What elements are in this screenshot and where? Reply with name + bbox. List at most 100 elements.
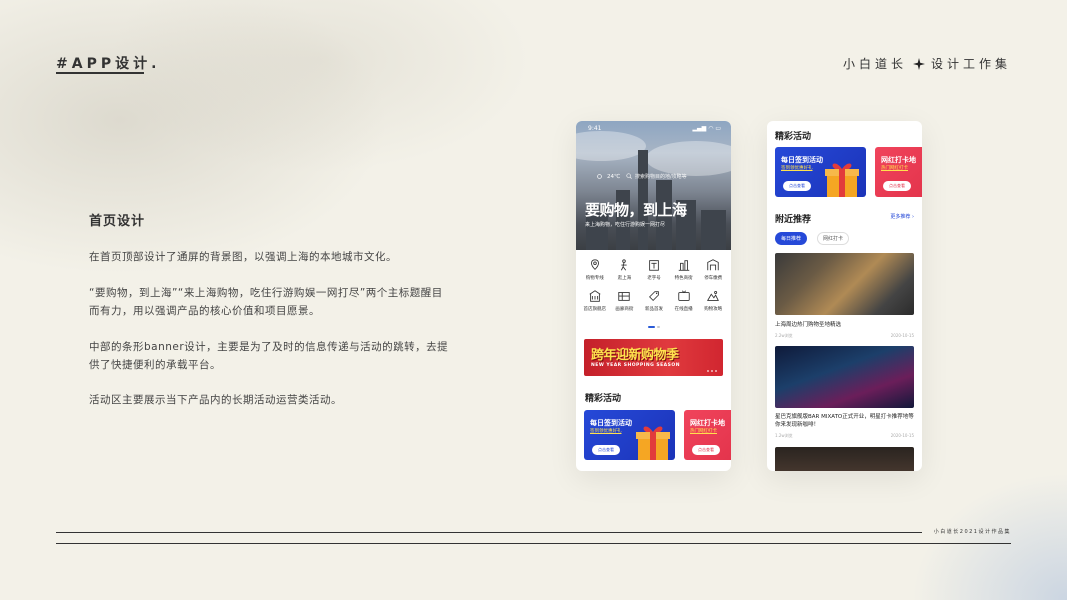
grid-item-featured-street[interactable]: 特色商街 — [669, 258, 699, 281]
article-date: 2020-10-15 — [890, 433, 914, 438]
checkin-card[interactable]: 每日签到活动 签到领优惠好礼 点击查看 — [584, 410, 675, 460]
brand-left: 小白道长 — [842, 57, 907, 71]
tab-hotspot[interactable]: 网红打卡 — [817, 232, 849, 245]
tab-daily[interactable]: 每日推荐 — [775, 232, 807, 245]
weather-widget: 24℃ — [596, 173, 620, 180]
card-subtitle: 热门网红打卡 — [881, 166, 908, 171]
grid-item-guide[interactable]: 购物攻略 — [698, 289, 728, 312]
nearby-title: 附近推荐 — [775, 215, 812, 225]
grid-item-gallery[interactable]: 画廊商街 — [610, 289, 640, 312]
logo-underline — [56, 72, 144, 74]
grid-item-parking[interactable]: 停车缴费 — [698, 258, 728, 281]
gift-box-icon — [825, 163, 859, 197]
section-title: 首页设计 — [89, 214, 146, 229]
view-button[interactable]: 点击查看 — [883, 181, 911, 191]
skyline-tower — [701, 210, 726, 250]
grid-label: 在线直播 — [674, 307, 693, 312]
grid-label: 新品首发 — [644, 307, 663, 312]
page-dot — [657, 326, 660, 328]
grid-label: 购物专线 — [585, 276, 604, 281]
card-subtitle: 签到领优惠好礼 — [590, 429, 622, 434]
card-subtitle: 热门网红打卡 — [690, 429, 717, 434]
weather-temp: 24℃ — [607, 173, 621, 180]
sun-icon — [597, 174, 602, 179]
intro-paragraph-1: 在首页顶部设计了通屏的背景图，以强调上海的本地城市文化。 — [89, 251, 397, 263]
grid-item-flagship[interactable]: 首店旗舰店 — [580, 289, 610, 312]
view-button[interactable]: 点击查看 — [692, 445, 720, 455]
grid-label: 购物攻略 — [704, 307, 723, 312]
article-title[interactable]: 上海周边热门购物圣地精选 — [775, 321, 915, 329]
search-placeholder: 搜索购物目的地/攻略等 — [635, 173, 687, 180]
footer-text: 小白道长2021设计作品集 — [933, 529, 1011, 535]
map-pin-icon — [590, 259, 599, 270]
car-park-icon — [707, 259, 719, 271]
guide-icon — [707, 291, 720, 301]
card-subtitle: 签到领优惠好礼 — [781, 166, 813, 171]
status-bar: 9:41 ▂▄▆ ◠ ▭ — [588, 125, 721, 132]
view-count: 2.2w浏览 — [775, 333, 793, 338]
cloud-shape — [576, 131, 646, 161]
promo-banner[interactable]: 跨年迎新购物季 NEW YEAR SHOPPING SEASON — [584, 339, 723, 376]
grid-item-heritage-brand[interactable]: 老字号 — [639, 258, 669, 281]
grid-item-shopping-route[interactable]: 购物专线 — [580, 258, 610, 281]
grid-label: 特色商街 — [674, 276, 693, 281]
brand-title: 小白道长 设计工作集 — [843, 55, 1011, 72]
hero-subtitle: 来上海购物，吃住行游购娱一网打尽 — [585, 222, 666, 228]
article-date: 2020-10-15 — [890, 333, 914, 338]
article-photo[interactable] — [775, 447, 914, 471]
footer-divider — [56, 532, 922, 533]
search-input[interactable]: 搜索购物目的地/攻略等 — [626, 171, 726, 181]
page-logo: #APP设计. — [56, 56, 161, 72]
activities-title: 精彩活动 — [775, 132, 812, 142]
activities-title: 精彩活动 — [585, 394, 622, 404]
more-recommend-link[interactable]: 更多推荐 › — [890, 213, 914, 220]
footer-divider — [56, 543, 1011, 544]
grid-label: 停车缴费 — [704, 276, 723, 281]
walker-icon — [621, 259, 628, 271]
store-icon — [589, 290, 601, 302]
banner-title: 跨年迎新购物季 — [591, 348, 679, 363]
card-title: 每日签到活动 — [590, 419, 632, 427]
grid-page-dots — [648, 326, 660, 328]
gallery-icon — [618, 292, 631, 301]
grid-item-new-launch[interactable]: 新品首发 — [639, 289, 669, 312]
grid-label: 画廊商街 — [615, 307, 634, 312]
page-dot-active — [648, 326, 655, 328]
hotspot-card[interactable]: 网红打卡地 热门网红打卡 点击查看 — [684, 410, 731, 460]
view-count: 1.2w浏览 — [775, 433, 793, 438]
hero-banner: 9:41 ▂▄▆ ◠ ▭ 24℃ 搜索购物目的地/攻略等 要购物，到上海 来上海… — [576, 121, 731, 250]
intro-paragraph-2: “要购物，到上海”“来上海购物，吃住行游购娱一网打尽”两个主标题醒目而有力，用以… — [89, 287, 443, 317]
grid-item-live[interactable]: 在线直播 — [669, 289, 699, 312]
phone-mockup-home: 9:41 ▂▄▆ ◠ ▭ 24℃ 搜索购物目的地/攻略等 要购物，到上海 来上海… — [576, 121, 731, 471]
article-meta: 2.2w浏览 2020-10-15 — [775, 333, 914, 339]
article-photo[interactable] — [775, 346, 914, 408]
grid-label: 首店旗舰店 — [583, 307, 607, 312]
article-meta: 1.2w浏览 2020-10-15 — [775, 433, 914, 439]
grid-item-explore[interactable]: 逛上海 — [610, 258, 640, 281]
view-button[interactable]: 点击查看 — [783, 181, 811, 191]
banner-subtitle: NEW YEAR SHOPPING SEASON — [591, 363, 680, 368]
status-time: 9:41 — [588, 125, 602, 132]
view-button[interactable]: 点击查看 — [592, 445, 620, 455]
signal-battery-icon: ▂▄▆ ◠ ▭ — [692, 125, 721, 132]
phone-mockup-feed: 精彩活动 每日签到活动 签到领优惠好礼 点击查看 网红打卡地 热门网红打卡 点击… — [767, 121, 922, 471]
gift-box-icon — [636, 426, 670, 460]
hotspot-card[interactable]: 网红打卡地 热门网红打卡 点击查看 — [875, 147, 922, 197]
card-title: 网红打卡地 — [881, 156, 916, 164]
search-icon — [626, 173, 632, 179]
shop-sign-icon — [649, 260, 659, 271]
brand-right: 设计工作集 — [930, 57, 1011, 71]
grid-label: 老字号 — [647, 276, 661, 281]
card-title: 每日签到活动 — [781, 156, 823, 164]
hero-title: 要购物，到上海 — [585, 201, 687, 219]
grid-label: 逛上海 — [617, 276, 632, 281]
banner-dots — [707, 370, 717, 372]
article-title[interactable]: 星巴克旗舰版BAR MIXATO正式开业，明星打卡推荐地等你来发现新咖啡！ — [775, 413, 915, 429]
checkin-card[interactable]: 每日签到活动 签到领优惠好礼 点击查看 — [775, 147, 866, 197]
intro-paragraph-3: 中部的条形banner设计，主要是为了及时的信息传递与活动的跳转，去提供了快捷便… — [89, 341, 449, 371]
article-photo[interactable] — [775, 253, 914, 315]
category-grid: 购物专线 逛上海 老字号 特色商街 停车缴费 首店旗舰店 画廊商街 新品首发 在… — [580, 258, 728, 312]
sparkle-icon — [912, 57, 925, 70]
card-title: 网红打卡地 — [690, 419, 725, 427]
live-tv-icon — [677, 290, 690, 301]
